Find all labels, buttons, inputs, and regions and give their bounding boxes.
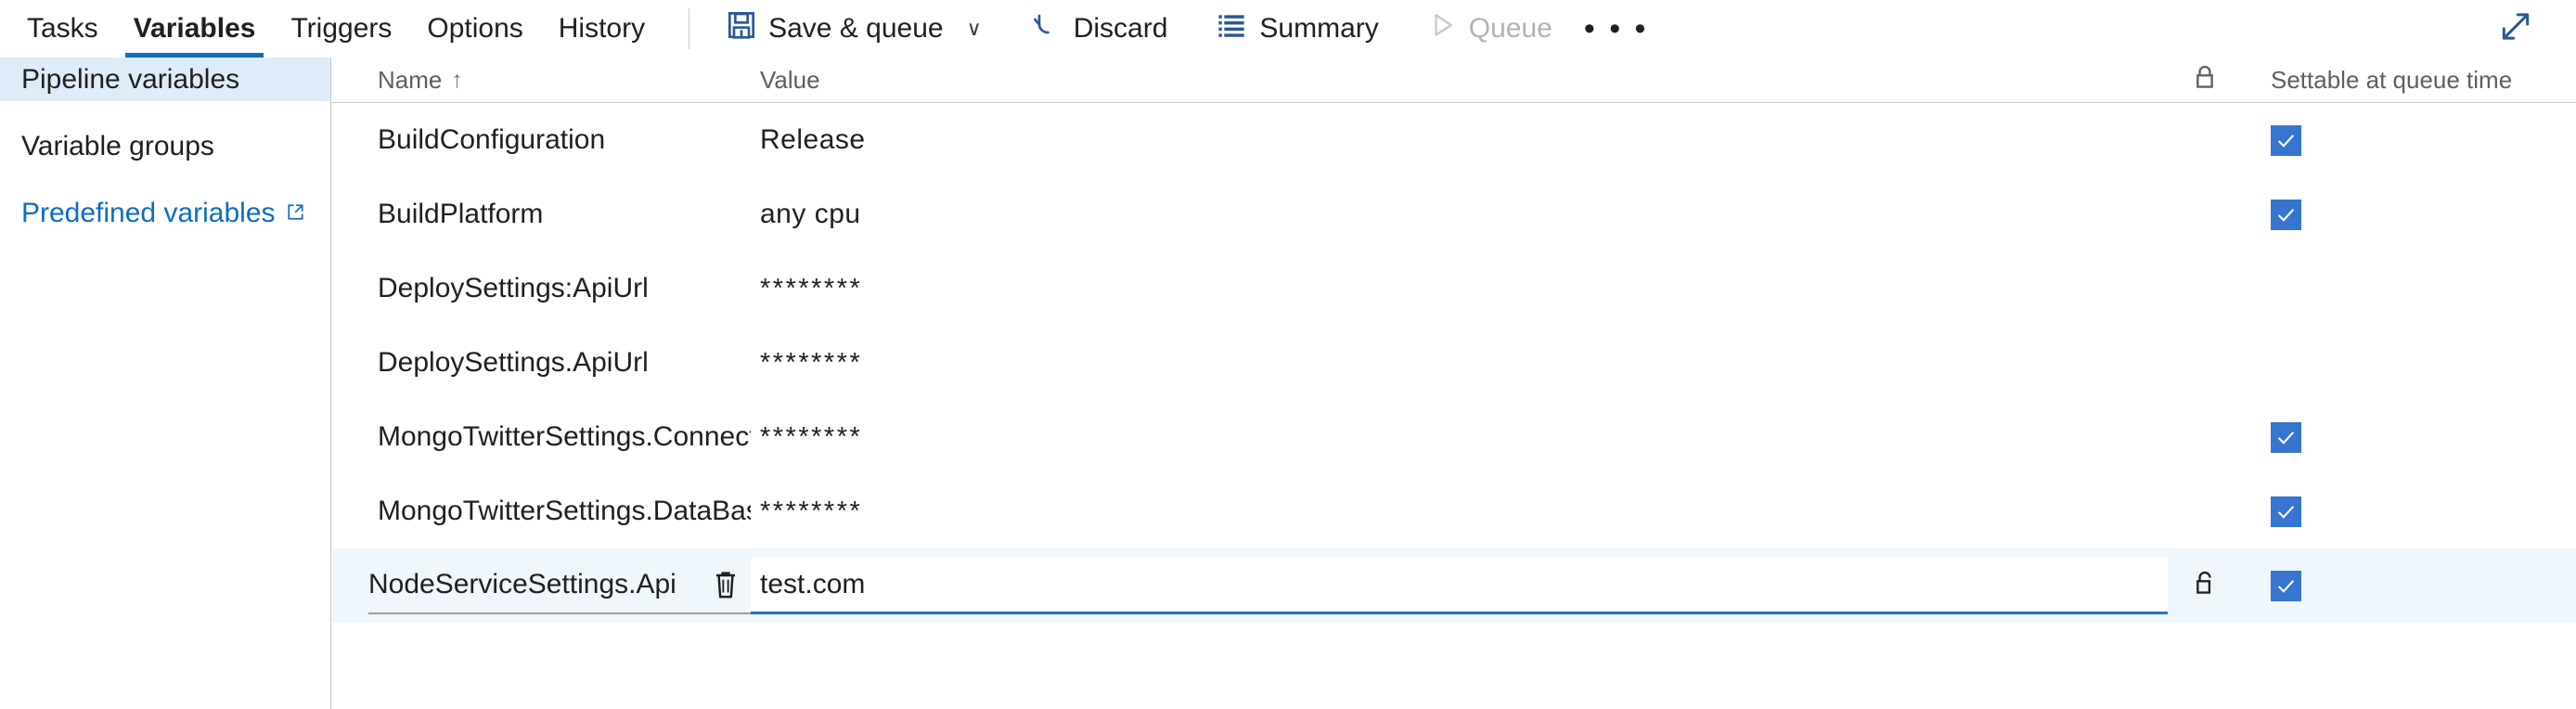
delete-variable-icon[interactable] [712,569,740,600]
variable-name-input-wrapper[interactable] [368,623,751,649]
variables-sidebar: Pipeline variables Variable groups Prede… [0,58,331,709]
sort-ascending-icon: ↑ [451,66,463,93]
pipeline-tab-bar: Tasks Variables Triggers Options History [0,0,663,58]
sidebar-item-variable-groups-label: Variable groups [21,130,214,161]
column-header-value-label: Value [760,65,820,94]
column-header-settable-label: Settable at queue time [2271,65,2513,94]
tab-triggers[interactable]: Triggers [273,0,409,58]
variable-value[interactable]: ******** [760,274,2168,304]
save-icon [727,10,756,47]
tab-options[interactable]: Options [409,0,540,58]
variable-name-input-wrapper[interactable] [368,557,751,614]
sidebar-item-predefined-variables-label: Predefined variables [21,197,276,228]
settable-checkbox[interactable] [2271,496,2301,527]
overflow-menu-button[interactable]: • • • [1567,12,1666,45]
chevron-down-icon[interactable]: ∨ [967,17,982,41]
tab-tasks-label: Tasks [27,13,98,44]
toolbar: Tasks Variables Triggers Options History… [0,0,2576,58]
tab-history-label: History [558,13,646,44]
tab-variables-label: Variables [133,13,256,44]
lock-icon [2193,64,2217,97]
expand-view-button[interactable] [2498,9,2533,49]
column-header-settable: Settable at queue time [2242,66,2576,95]
variable-value-input-wrapper[interactable] [751,557,2168,614]
undo-icon [1032,10,1062,47]
settable-checkbox[interactable] [2271,199,2301,230]
tab-triggers-label: Triggers [290,13,393,44]
variable-value[interactable]: ******** [760,348,2168,379]
variable-value[interactable]: any cpu [760,199,2168,230]
tab-tasks[interactable]: Tasks [9,0,116,58]
table-row[interactable]: MongoTwitterSettings.DataBase ******** [331,474,2576,548]
external-link-icon [286,198,305,229]
play-icon [1429,11,1457,46]
settable-checkbox[interactable] [2271,570,2301,601]
sidebar-item-pipeline-variables-label: Pipeline variables [21,63,240,95]
table-row-partial[interactable] [331,623,2576,649]
table-row[interactable]: DeploySettings:ApiUrl ******** [331,251,2576,326]
sidebar-item-predefined-variables[interactable]: Predefined variables [0,191,330,235]
variable-name-input[interactable] [368,569,701,600]
variable-value-input[interactable] [760,632,2168,649]
column-header-value[interactable]: Value [751,66,2168,95]
settable-checkbox[interactable] [2271,421,2301,453]
sidebar-item-variable-groups[interactable]: Variable groups [0,124,330,168]
variable-name: MongoTwitterSettings.DataBase [378,496,751,526]
summary-list-icon [1217,10,1247,47]
discard-button[interactable]: Discard [1017,7,1183,50]
column-header-name-label: Name [378,65,443,94]
summary-label: Summary [1259,13,1379,44]
variables-page-body: Pipeline variables Variable groups Prede… [0,58,2576,709]
variable-value-input-wrapper[interactable] [751,623,2168,649]
table-row[interactable]: BuildConfiguration Release [331,103,2576,177]
summary-button[interactable]: Summary [1203,7,1393,50]
tab-options-label: Options [427,13,523,44]
variable-name: DeploySettings.ApiUrl [378,347,649,378]
table-header-row: Name ↑ Value Settable at queue time [331,58,2576,103]
variable-name-input[interactable] [368,633,740,649]
table-row[interactable]: BuildPlatform any cpu [331,177,2576,251]
settable-checkbox[interactable] [2271,124,2301,156]
expand-diagonal-icon [2498,9,2533,49]
pipeline-variables-table: Name ↑ Value Settable at queue time Buil… [331,58,2576,709]
table-row-active[interactable] [331,548,2576,623]
variable-value[interactable]: ******** [760,496,2168,527]
save-and-queue-button[interactable]: Save & queue ∨ [712,7,997,50]
sidebar-item-pipeline-variables[interactable]: Pipeline variables [0,58,330,101]
queue-button: Queue [1414,7,1567,50]
variable-name: MongoTwitterSettings.ConnectionString [378,421,751,452]
variable-value[interactable]: ******** [760,422,2168,453]
variable-name: BuildConfiguration [378,124,606,155]
save-and-queue-label: Save & queue [768,13,944,44]
variable-value-input[interactable] [760,568,2168,600]
table-row[interactable]: MongoTwitterSettings.ConnectionString **… [331,400,2576,474]
variable-name: DeploySettings:ApiUrl [378,273,649,303]
unlock-icon[interactable] [2193,570,2217,602]
queue-label: Queue [1468,13,1552,44]
variable-unlock-cell[interactable] [2168,570,2242,602]
table-row[interactable]: DeploySettings.ApiUrl ******** [331,326,2576,400]
variable-value[interactable]: Release [760,124,2168,156]
variable-name: BuildPlatform [378,199,544,229]
column-header-name[interactable]: Name ↑ [331,66,751,95]
tab-history[interactable]: History [541,0,663,58]
column-header-lock [2168,64,2242,97]
discard-label: Discard [1073,13,1168,44]
tab-variables[interactable]: Variables [116,0,274,58]
